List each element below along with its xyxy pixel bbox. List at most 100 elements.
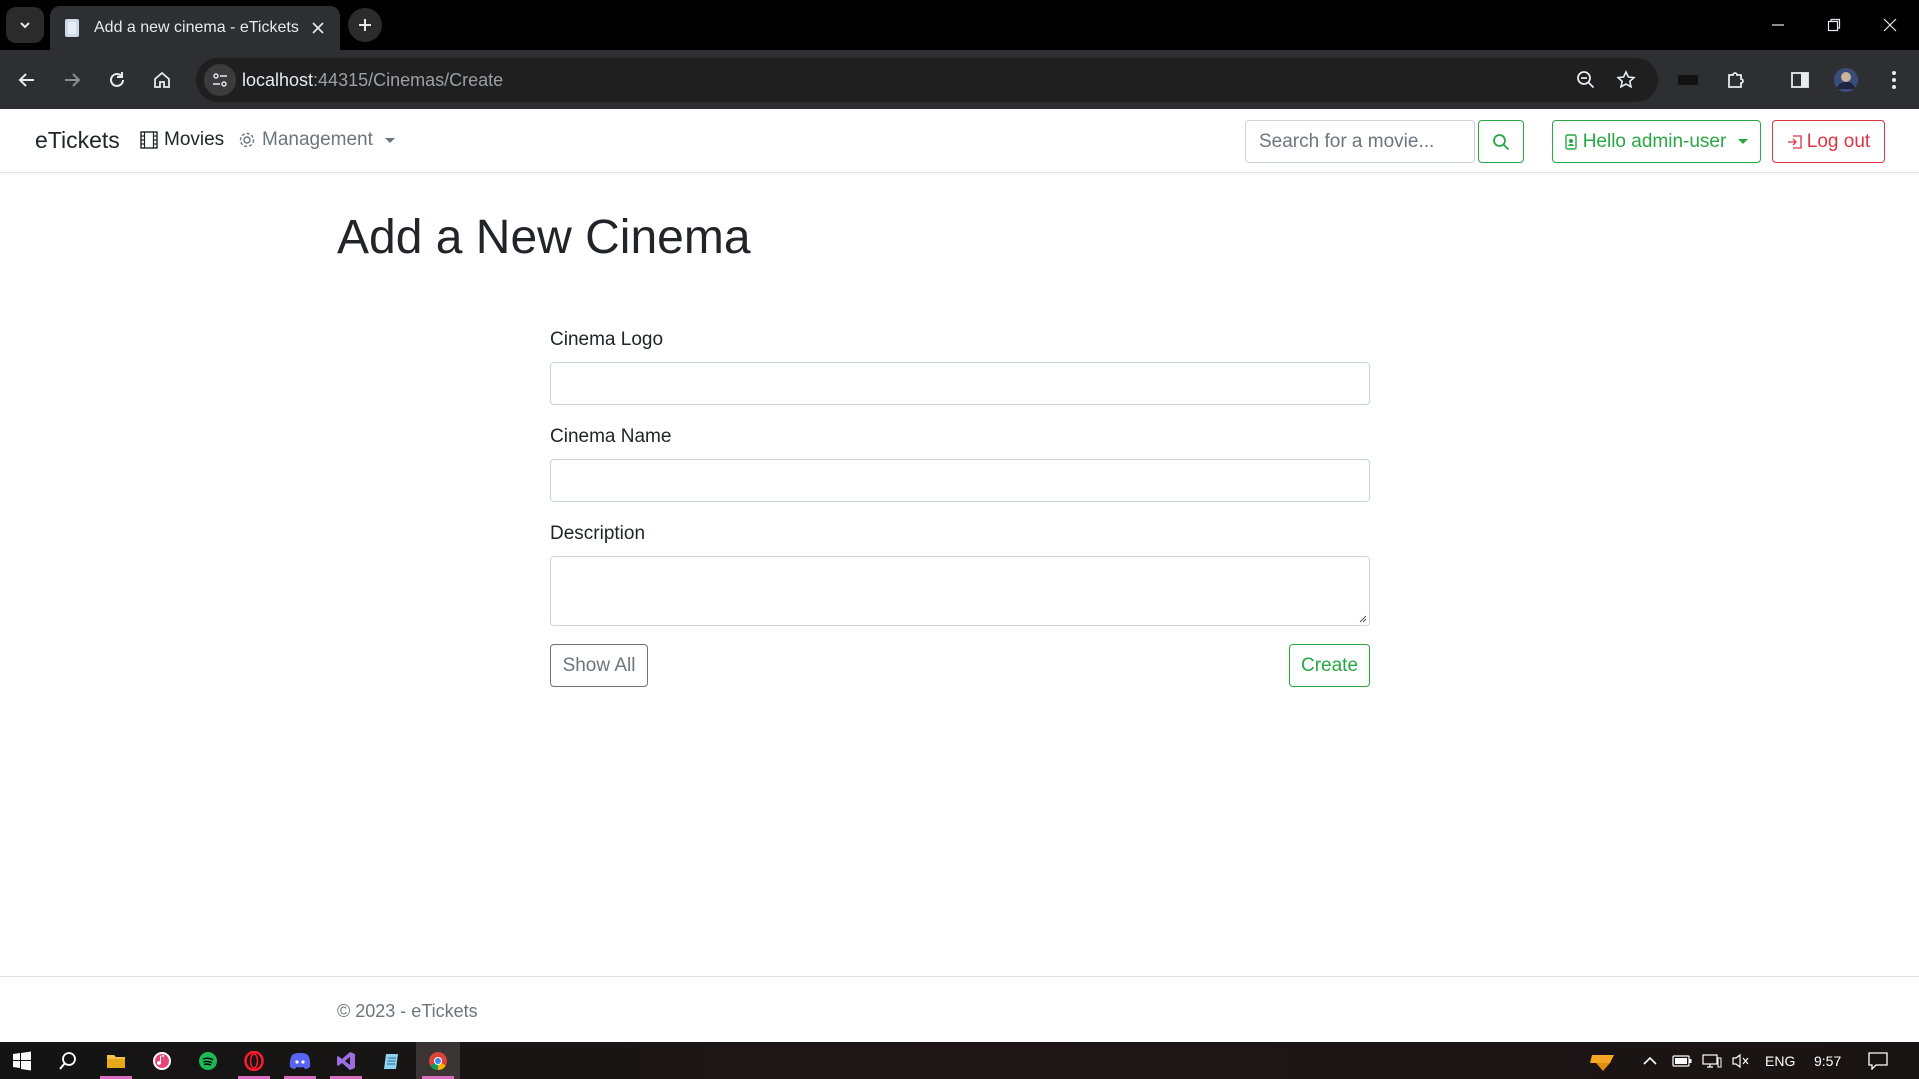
side-panel-button[interactable] [1782, 62, 1818, 98]
user-menu-label: Hello admin-user [1582, 130, 1727, 152]
taskbar-notepad[interactable] [370, 1042, 414, 1079]
reload-icon [110, 72, 124, 87]
side-panel-icon [1791, 72, 1809, 88]
page-footer: © 2023 - eTickets [0, 976, 1919, 1042]
cinema-logo-label: Cinema Logo [550, 329, 664, 350]
gear-icon [239, 132, 255, 148]
tray-app-icon[interactable] [1588, 1042, 1618, 1079]
browser-tabbar: Add a new cinema - eTickets [0, 0, 1919, 50]
create-button[interactable]: Create [1289, 644, 1370, 687]
network-icon[interactable] [1702, 1042, 1722, 1079]
plus-icon [359, 19, 371, 31]
back-button[interactable] [9, 62, 45, 98]
url-path: :44315/Cinemas/Create [313, 70, 504, 90]
film-icon [140, 131, 158, 149]
extensions-button[interactable] [1718, 62, 1754, 98]
cinema-logo-input[interactable] [550, 362, 1370, 405]
notification-center-icon[interactable] [1868, 1042, 1888, 1079]
taskbar-discord[interactable] [278, 1042, 322, 1079]
search-icon [1493, 133, 1510, 150]
chrome-icon [429, 1051, 447, 1070]
person-badge-icon [1564, 133, 1577, 150]
site-info-icon[interactable] [204, 64, 236, 96]
brand-link[interactable]: eTickets [35, 127, 120, 154]
tab-close-icon[interactable] [306, 16, 330, 40]
battery-icon[interactable] [1672, 1042, 1692, 1079]
nav-movies-label: Movies [164, 129, 225, 150]
start-button[interactable] [0, 1042, 44, 1079]
new-tab-button[interactable] [348, 8, 382, 42]
media-icon [1678, 75, 1698, 85]
taskbar-visual-studio[interactable] [324, 1042, 368, 1079]
page-title: Add a New Cinema [337, 211, 751, 264]
puzzle-icon [1728, 72, 1744, 88]
search-button[interactable] [1478, 120, 1524, 163]
tab-search-button[interactable] [6, 7, 44, 43]
minimize-icon [1772, 24, 1784, 26]
page-favicon-icon [62, 18, 82, 38]
show-all-button[interactable]: Show All [550, 644, 648, 687]
search-icon [59, 1051, 76, 1070]
visual-studio-icon [337, 1051, 355, 1070]
discord-icon [289, 1052, 311, 1069]
nav-management-label: Management [262, 129, 373, 150]
browser-toolbar: localhost:44315/Cinemas/Create [0, 50, 1919, 109]
arrow-right-icon [65, 73, 81, 87]
kebab-menu-icon [1892, 71, 1896, 89]
forward-button[interactable] [54, 62, 90, 98]
reload-button[interactable] [99, 62, 135, 98]
logout-button[interactable]: Log out [1772, 120, 1885, 163]
music-note-icon [153, 1051, 171, 1070]
address-bar[interactable]: localhost:44315/Cinemas/Create [196, 58, 1658, 102]
folder-icon [107, 1054, 125, 1068]
description-textarea[interactable] [550, 556, 1370, 626]
description-label: Description [550, 523, 646, 544]
home-button[interactable] [144, 62, 180, 98]
nav-management-dropdown[interactable]: Management [238, 129, 395, 151]
app-navbar: eTickets Movies Management Hello admin-u… [0, 109, 1919, 173]
avatar [1834, 68, 1858, 92]
nav-movies-link[interactable]: Movies [140, 129, 224, 151]
window-close-button[interactable] [1862, 0, 1918, 50]
cinema-name-input[interactable] [550, 459, 1370, 502]
logout-label: Log out [1806, 130, 1871, 152]
zoom-icon[interactable] [1572, 66, 1600, 94]
restore-icon [1827, 18, 1841, 32]
taskbar-opera[interactable] [232, 1042, 276, 1079]
taskbar-itunes[interactable] [140, 1042, 184, 1079]
taskbar-chrome[interactable] [416, 1042, 460, 1079]
footer-copyright: © 2023 - eTickets [337, 1001, 478, 1021]
opera-icon [244, 1050, 264, 1071]
url-host: localhost [242, 70, 314, 90]
chevron-down-icon [20, 22, 30, 29]
restore-button[interactable] [1806, 0, 1862, 50]
os-taskbar: ENG 9:57 [0, 1042, 1919, 1079]
taskbar-spotify[interactable] [186, 1042, 230, 1079]
caret-down-icon [1738, 139, 1749, 144]
search-taskbar-button[interactable] [46, 1042, 90, 1079]
box-arrow-in-icon [1787, 134, 1802, 149]
cinema-name-label: Cinema Name [550, 426, 672, 447]
tray-overflow-icon[interactable] [1642, 1042, 1658, 1079]
profile-button[interactable] [1828, 62, 1864, 98]
windows-logo-icon [13, 1051, 31, 1070]
movie-search-input[interactable] [1245, 120, 1475, 163]
notepad-icon [384, 1053, 398, 1069]
clock[interactable]: 9:57 [1814, 1042, 1841, 1079]
taskbar-file-explorer[interactable] [94, 1042, 138, 1079]
language-indicator[interactable]: ENG [1765, 1042, 1795, 1079]
close-icon [1883, 18, 1897, 32]
home-icon [154, 71, 170, 88]
browser-tab-active[interactable]: Add a new cinema - eTickets [50, 6, 340, 50]
minimize-button[interactable] [1750, 0, 1806, 50]
tab-title: Add a new cinema - eTickets [94, 19, 299, 36]
caret-down-icon [384, 137, 395, 143]
url-text: localhost:44315/Cinemas/Create [242, 70, 503, 91]
user-menu-dropdown[interactable]: Hello admin-user [1552, 120, 1761, 163]
resize-handle-icon[interactable] [1357, 613, 1367, 623]
extension-media-button[interactable] [1670, 62, 1706, 98]
browser-menu-button[interactable] [1876, 62, 1912, 98]
volume-muted-icon[interactable] [1732, 1042, 1750, 1079]
bookmark-star-icon[interactable] [1612, 66, 1640, 94]
tray-cloud-icon [1590, 1054, 1614, 1071]
